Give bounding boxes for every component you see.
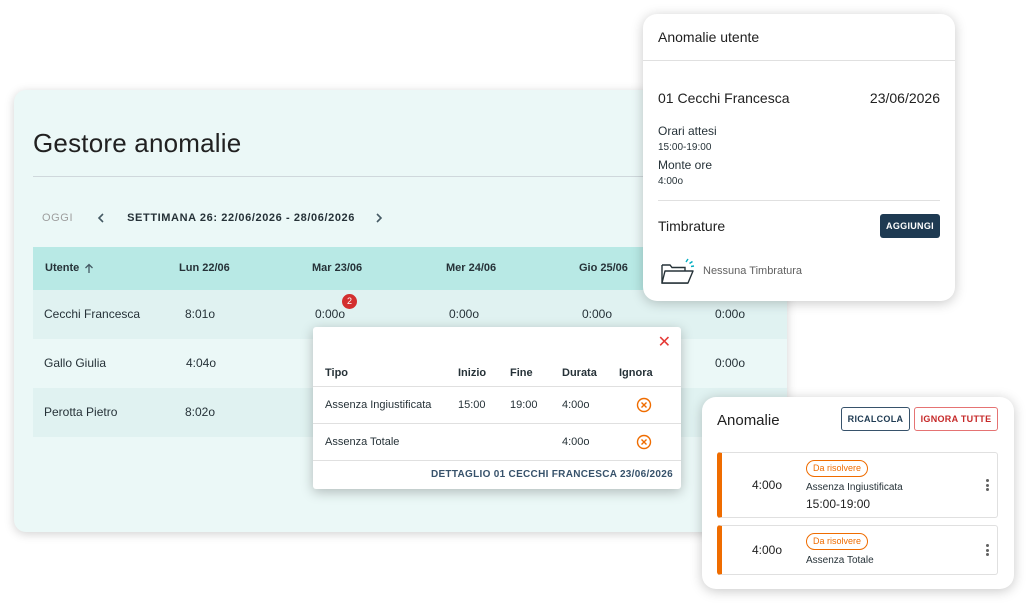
ignore-all-button[interactable]: IGNORA TUTTE <box>914 407 998 431</box>
column-header-mon[interactable]: Lun 22/06 <box>179 262 230 274</box>
hours-cell[interactable]: 8:02o <box>185 405 215 419</box>
divider <box>313 386 681 387</box>
status-chip: Da risolvere <box>806 460 869 477</box>
anomaly-type: Assenza Totale <box>325 436 400 448</box>
user-name: Cecchi Francesca <box>44 307 141 321</box>
hours-cell[interactable]: 0:00o <box>715 356 745 370</box>
anomaly-end: 19:00 <box>510 399 538 411</box>
recalculate-button[interactable]: RICALCOLA <box>841 407 910 431</box>
close-icon[interactable]: ✕ <box>658 335 671 351</box>
hours-cell[interactable]: 0:00o <box>715 307 745 321</box>
anomaly-type: Assenza Totale <box>806 555 874 566</box>
column-header-type: Tipo <box>325 367 349 379</box>
hours-budget-label: Monte ore <box>658 158 713 172</box>
anomaly-detail-popover: ✕ Tipo Inizio Fine Durata Ignora Assenza… <box>313 327 681 489</box>
column-header-start: Inizio <box>458 367 487 379</box>
divider <box>313 460 681 461</box>
divider <box>313 423 681 424</box>
detail-footer-link[interactable]: DETTAGLIO 01 CECCHI FRANCESCA 23/06/2026 <box>431 469 673 480</box>
anomaly-type: Assenza Ingiustificata <box>325 399 432 411</box>
anomaly-time-range: 15:00-19:00 <box>806 497 871 511</box>
add-stamp-button[interactable]: AGGIUNGI <box>880 214 940 238</box>
stamps-title: Timbrature <box>658 218 726 234</box>
ignore-circle-x-icon[interactable] <box>636 434 652 450</box>
status-chip: Da risolvere <box>806 533 869 550</box>
user-name: 01 Cecchi Francesca <box>658 90 790 106</box>
chevron-left-icon[interactable] <box>97 213 105 223</box>
divider <box>658 200 940 201</box>
more-vertical-icon[interactable] <box>985 543 989 557</box>
anomalies-panel: Anomalie RICALCOLA IGNORA TUTTE 4:00o Da… <box>702 397 1014 589</box>
card-title: Anomalie utente <box>658 29 760 45</box>
anomaly-type: Assenza Ingiustificata <box>806 482 903 493</box>
panel-title: Anomalie <box>717 412 780 429</box>
anomaly-item[interactable]: 4:00o Da risolvere Assenza Totale <box>717 525 998 575</box>
anomaly-start: 15:00 <box>458 399 486 411</box>
anomaly-hours: 4:00o <box>752 478 783 492</box>
user-name: Perotta Pietro <box>44 405 118 419</box>
column-header-thu[interactable]: Gio 25/06 <box>579 262 628 274</box>
anomaly-item[interactable]: 4:00o Da risolvere Assenza Ingiustificat… <box>717 452 998 518</box>
column-header-duration: Durata <box>562 367 597 379</box>
hours-cell[interactable]: 4:04o <box>186 356 216 370</box>
column-header-wed[interactable]: Mer 24/06 <box>446 262 496 274</box>
expected-hours-value: 15:00-19:00 <box>658 142 712 153</box>
column-header-ignore: Ignora <box>619 367 653 379</box>
anomaly-duration: 4:00o <box>562 436 590 448</box>
anomaly-hours: 4:00o <box>752 543 783 557</box>
hours-cell[interactable]: 8:01o <box>185 307 215 321</box>
hours-cell[interactable]: 0:00o <box>582 307 612 321</box>
week-label: SETTIMANA 26: 22/06/2026 - 28/06/2026 <box>127 212 355 224</box>
column-header-user[interactable]: Utente <box>45 262 94 274</box>
expected-hours-label: Orari attesi <box>658 124 717 138</box>
hours-cell[interactable]: 0:00o <box>315 307 345 321</box>
page-title: Gestore anomalie <box>33 128 242 158</box>
column-header-tue[interactable]: Mar 23/06 <box>312 262 362 274</box>
divider <box>643 60 955 61</box>
user-name: Gallo Giulia <box>44 356 107 370</box>
today-button[interactable]: OGGI <box>42 212 73 224</box>
empty-stamps-text: Nessuna Timbratura <box>703 265 803 277</box>
user-anomalies-card: Anomalie utente 01 Cecchi Francesca 23/0… <box>643 14 955 301</box>
hours-budget-value: 4:00o <box>658 176 684 187</box>
anomaly-duration: 4:00o <box>562 399 590 411</box>
column-header-end: Fine <box>510 367 533 379</box>
open-folder-icon <box>661 258 695 284</box>
anomaly-count-badge: 2 <box>342 294 357 309</box>
week-navigator: OGGI SETTIMANA 26: 22/06/2026 - 28/06/20… <box>42 210 383 226</box>
arrow-up-icon <box>85 263 94 273</box>
column-header-label: Utente <box>45 262 80 274</box>
more-vertical-icon[interactable] <box>985 478 989 492</box>
anomaly-date: 23/06/2026 <box>869 90 940 106</box>
ignore-circle-x-icon[interactable] <box>636 397 652 413</box>
hours-cell[interactable]: 0:00o <box>449 307 479 321</box>
chevron-right-icon[interactable] <box>375 213 383 223</box>
